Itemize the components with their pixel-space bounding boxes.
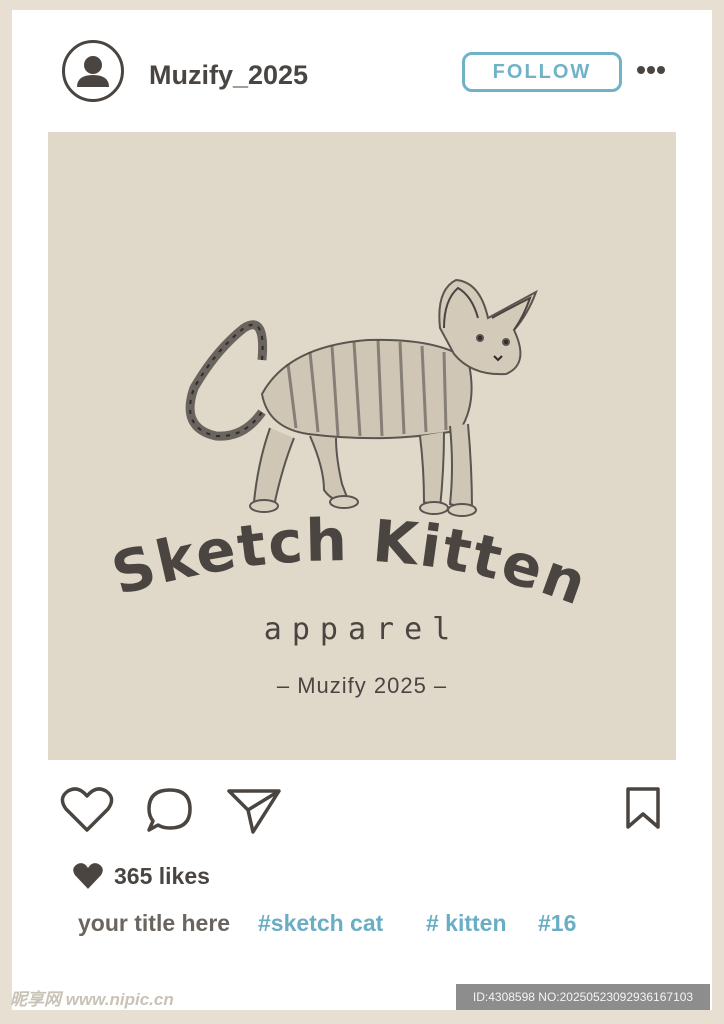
post-image[interactable]: Sketch Kitten apparel – Muzify 2025 – [48,132,676,760]
username[interactable]: Muzify_2025 [149,60,308,91]
small-heart-icon [73,863,103,889]
hashtag-16[interactable]: #16 [538,910,576,937]
user-avatar-icon[interactable] [62,40,124,102]
cat-sketch-illustration [185,278,538,517]
send-icon[interactable] [226,786,282,836]
brand-credit: – Muzify 2025 – [276,673,448,698]
brand-title: Sketch Kitten [105,506,597,619]
post-caption: your title here [78,910,231,936]
site-watermark: 昵享网 www.nipic.cn [10,990,174,1009]
more-dots-icon[interactable] [636,62,666,78]
hashtag-kitten[interactable]: # kitten [426,910,507,937]
comment-icon[interactable] [145,786,195,836]
bookmark-icon[interactable] [624,786,662,830]
post-card: Muzify_2025 FOLLOW Sketch Kitten apparel… [12,10,712,1010]
brand-subtitle: apparel [263,612,461,647]
heart-icon[interactable] [60,786,114,834]
hashtag-sketch-cat[interactable]: #sketch cat [258,910,383,937]
follow-button[interactable]: FOLLOW [462,52,622,92]
likes-row: 365 likes [72,860,210,892]
likes-count[interactable]: 365 likes [114,863,210,890]
image-id-watermark: ID:4308598 NO:20250523092936167103 [456,984,710,1010]
